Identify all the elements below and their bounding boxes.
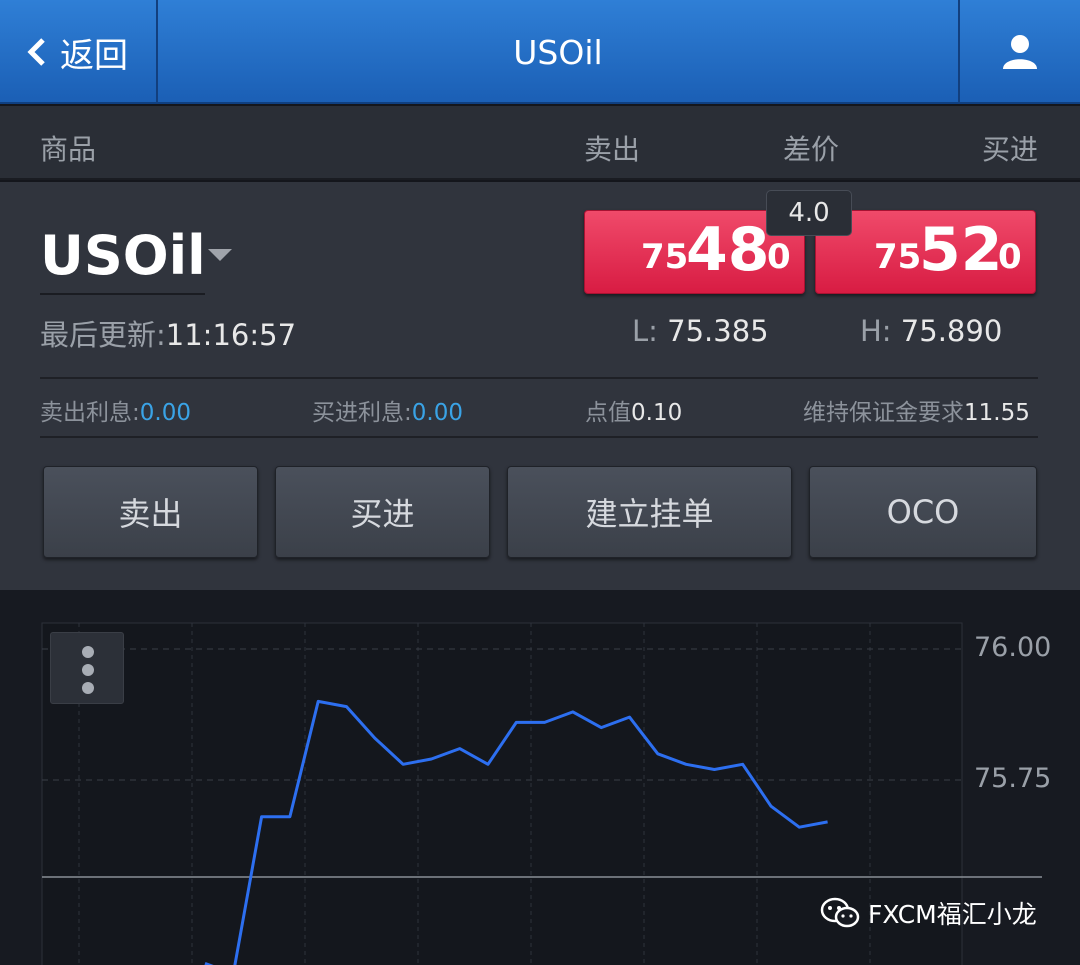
symbol-underline: [40, 293, 205, 295]
pip-label: 点值: [585, 400, 631, 426]
pip-number: 0.10: [631, 400, 683, 426]
sell-price-big: 48: [686, 215, 770, 285]
sell-button[interactable]: 卖出: [43, 466, 258, 558]
high-value: 75.890: [900, 314, 1003, 348]
margin-label: 维持保证金要求: [803, 400, 964, 426]
oco-button[interactable]: OCO: [809, 466, 1037, 558]
low-value: 75.385: [667, 314, 769, 348]
sell-interest-value: 0.00: [139, 400, 191, 426]
buy-interest-label: 买进利息:: [312, 400, 412, 426]
chevron-left-icon: [27, 38, 45, 66]
caret-down-icon[interactable]: [208, 249, 232, 261]
high-label: H:: [860, 314, 892, 348]
sell-price-prefix: 75: [641, 237, 689, 277]
page-title: USOil: [513, 32, 603, 72]
back-button[interactable]: 返回: [0, 0, 158, 104]
more-vertical-icon[interactable]: [50, 632, 124, 704]
user-button[interactable]: [958, 0, 1080, 104]
pending-order-button[interactable]: 建立挂单: [507, 466, 792, 558]
y-tick-label: 76.00: [974, 632, 1052, 663]
watermark: FXCM福汇小龙: [820, 895, 1037, 931]
buy-interest-value: 0.00: [411, 400, 463, 426]
user-icon: [1003, 35, 1037, 69]
low-price: L: 75.385: [632, 314, 769, 348]
wechat-icon: [820, 897, 860, 928]
sell-interest-label: 卖出利息:: [40, 400, 140, 426]
symbol-selector[interactable]: USOil: [40, 224, 206, 287]
divider: [40, 436, 1038, 438]
last-update-time: 11:16:57: [165, 318, 297, 352]
sell-price-tail: 0: [767, 237, 791, 277]
sell-interest: 卖出利息:0.00: [40, 393, 191, 427]
header-spread: 差价: [783, 133, 840, 166]
margin-requirement: 维持保证金要求11.55: [803, 393, 1030, 427]
y-tick-label: 75.75: [974, 763, 1052, 794]
header-buy: 买进: [982, 133, 1039, 166]
top-nav-bar: 返回 USOil: [0, 0, 1080, 104]
spread-badge: 4.0: [766, 190, 852, 236]
column-header: 商品 卖出 差价 买进: [0, 106, 1080, 180]
header-sell: 卖出: [584, 133, 641, 166]
low-label: L:: [632, 314, 658, 348]
buy-price-prefix: 75: [874, 237, 922, 277]
buy-price-tail: 0: [998, 237, 1022, 277]
buy-interest: 买进利息:0.00: [312, 393, 463, 427]
buy-price-big: 52: [919, 215, 1003, 285]
high-price: H: 75.890: [860, 314, 1002, 348]
instrument-panel: USOil 最后更新:11:16:57 75 48 0 75 52 0 4.0 …: [0, 182, 1080, 590]
margin-value: 11.55: [964, 400, 1030, 426]
back-label: 返回: [60, 35, 128, 76]
watermark-text: FXCM福汇小龙: [868, 900, 1037, 929]
header-product: 商品: [40, 133, 97, 166]
last-update-label: 最后更新:: [40, 318, 166, 352]
buy-button[interactable]: 买进: [275, 466, 490, 558]
pip-value: 点值0.10: [585, 393, 682, 427]
divider: [40, 377, 1038, 379]
price-chart[interactable]: 76.00 75.75 FXCM福汇小龙: [0, 590, 1080, 965]
last-update: 最后更新:11:16:57: [40, 312, 296, 354]
